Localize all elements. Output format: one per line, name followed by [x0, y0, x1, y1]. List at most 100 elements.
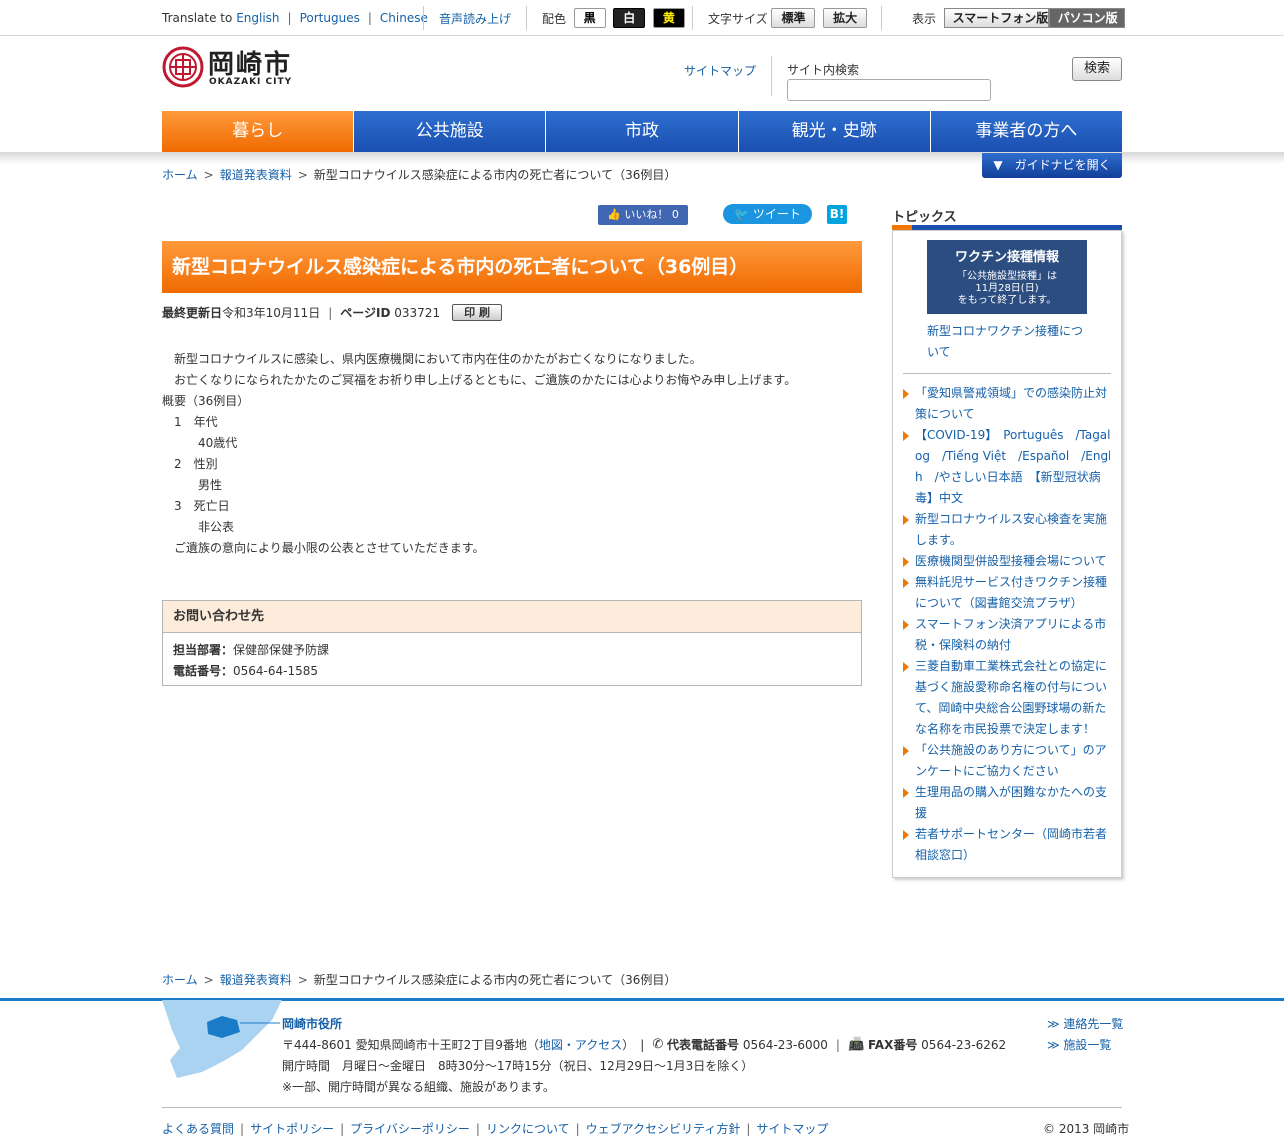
vaccine-banner[interactable]: ワクチン接種情報 「公共施設型接種」は 11月28日(日) をもって終了します。 — [927, 240, 1087, 314]
read-aloud-link[interactable]: 音声読み上げ — [439, 10, 511, 27]
footer-site-policy-link[interactable]: サイトポリシー — [250, 1122, 334, 1136]
topic-link-text: 相談窓口） — [915, 848, 976, 862]
topic-link[interactable]: スマートフォン決済アプリによる市 税・保険料の納付 — [915, 614, 1110, 656]
vaccine-banner-line: 「公共施設型接種」は — [957, 271, 1057, 282]
chevron-right-icon — [903, 557, 909, 567]
topic-link[interactable]: 生理用品の購入が困難なかたへの支援 — [915, 782, 1110, 824]
topic-link-text: 毒】中文 — [915, 491, 964, 505]
font-size-normal-button[interactable]: 標準 — [771, 8, 816, 28]
tweet-button[interactable]: 🐦 ツイート — [723, 204, 812, 224]
page-id-label: ページID — [340, 306, 391, 320]
topic-link-text: て、岡崎中央総合公園野球場の新た — [915, 701, 1107, 715]
hatena-bookmark-button[interactable]: B! — [827, 205, 847, 224]
translate-portugues-link[interactable]: Portugues — [300, 11, 360, 25]
vaccine-info-link[interactable]: 新型コロナワクチン接種につ いて — [927, 321, 1122, 363]
topic-link-text: 策について — [915, 407, 975, 421]
copyright: © 2013 岡崎市 — [1043, 1122, 1130, 1136]
tweet-label: ツイート — [752, 207, 801, 221]
summary-item-value: 男性 — [198, 478, 223, 492]
contact-dept-value: 保健部保健予防課 — [233, 643, 330, 657]
footer-access-link[interactable]: 地図・アクセス — [539, 1036, 622, 1053]
summary-item-label: 2 性別 — [174, 457, 218, 471]
topic-link[interactable]: 若者サポートセンター（岡崎市若者 相談窓口） — [915, 824, 1110, 866]
footer-links-link[interactable]: リンクについて — [486, 1122, 570, 1136]
translate-group: Translate to English | Portugues | Chine… — [162, 0, 428, 36]
breadcrumb-home-link[interactable]: ホーム — [162, 973, 198, 987]
topic-link[interactable]: 「公共施設のあり方について」のア ンケートにご協力ください — [915, 740, 1110, 782]
footer-office-name: 岡崎市役所 — [282, 1017, 343, 1031]
footer-sitemap-link[interactable]: サイトマップ — [756, 1122, 828, 1136]
chevron-right-icon — [903, 578, 909, 588]
gnav-item-business[interactable]: 事業者の方へ — [930, 111, 1123, 152]
guide-navi-button[interactable]: ▼ ガイドナビを開く — [982, 153, 1122, 178]
gnav-item-tourism[interactable]: 観光・史跡 — [738, 111, 931, 152]
site-logo[interactable]: 岡崎市 OKAZAKI CITY — [162, 46, 302, 90]
updated-label: 最終更新日 — [162, 306, 223, 320]
topic-link[interactable]: 「愛知県警戒領域」での感染防止対 策について — [915, 383, 1110, 425]
chevron-right-icon — [903, 515, 909, 525]
breadcrumb-home-link[interactable]: ホーム — [162, 168, 198, 182]
summary-heading: 概要（36例目） — [162, 394, 250, 408]
contact-tel-value: 0564-64-1585 — [233, 664, 319, 678]
logo-subtext: OKAZAKI CITY — [209, 77, 293, 87]
footer-note: ※一部、開庁時間が異なる組織、施設があります。 — [282, 1080, 555, 1094]
breadcrumb-press-link[interactable]: 報道発表資料 — [220, 168, 292, 182]
divider — [881, 6, 882, 30]
topic-link[interactable]: 【COVID-19】 Português /Tagal og /Tiếng Việ… — [915, 425, 1110, 509]
topic-link-text: 【COVID-19】 Português /Tagal — [915, 428, 1110, 442]
print-button[interactable]: 印 刷 — [452, 304, 503, 321]
chevron-right-icon — [903, 788, 909, 798]
footer-faq-link[interactable]: よくある質問 — [162, 1122, 234, 1136]
topic-link-text: 無料託児サービス付きワクチン接種 — [915, 575, 1108, 589]
footer-address: 〒444-8601 愛知県岡崎市十王町2丁目9番地（ — [282, 1038, 539, 1052]
topic-link-text: og /Tiếng Việt /Español /Englis — [915, 449, 1110, 463]
topic-link-text: 基づく施設愛称命名権の付与につい — [915, 680, 1108, 694]
site-search-input[interactable] — [787, 79, 991, 101]
twitter-bird-icon: 🐦 — [734, 207, 750, 221]
gnav-item-facilities[interactable]: 公共施設 — [354, 111, 547, 152]
breadcrumb-press-link[interactable]: 報道発表資料 — [220, 973, 292, 987]
pc-view-button[interactable]: パソコン版 — [1048, 8, 1125, 28]
color-black-button[interactable]: 黒 — [573, 8, 606, 28]
font-size-group: 文字サイズ 標準 拡大 — [708, 0, 868, 36]
font-size-label: 文字サイズ — [708, 11, 768, 26]
page-meta: 最終更新日 令和3年10月11日 | ページID 033721 印 刷 — [162, 304, 503, 321]
footer-address-end: ） | — [622, 1038, 645, 1052]
contact-heading: お問い合わせ先 — [163, 601, 861, 633]
footer-contacts-link[interactable]: ≫ 連絡先一覧 — [1047, 1015, 1123, 1032]
topic-link[interactable]: 新型コロナウイルス安心検査を実施 します。 — [915, 509, 1110, 551]
contact-tel: 電話番号：0564-64-1585 — [173, 662, 318, 679]
divider — [903, 373, 1111, 374]
search-button[interactable]: 検索 — [1072, 57, 1122, 81]
topic-link-text: h /やさしい日本語 【新型冠状病 — [915, 470, 1101, 484]
topic-link[interactable]: 三菱自動車工業株式会社との協定に 基づく施設愛称命名権の付与につい て、岡崎中央総合… — [915, 656, 1110, 740]
footer-privacy-link[interactable]: プライバシーポリシー — [350, 1122, 470, 1136]
gnav-item-living[interactable]: 暮らし — [162, 111, 355, 152]
gnav-item-city-government[interactable]: 市政 — [546, 111, 739, 152]
translate-chinese-link[interactable]: Chinese — [380, 11, 428, 25]
topic-link-text: について（図書館交流プラザ） — [915, 596, 1083, 610]
fax-icon: 📠 — [847, 1037, 865, 1052]
sitemap-link[interactable]: サイトマップ — [684, 62, 756, 79]
topic-link[interactable]: 無料託児サービス付きワクチン接種 について（図書館交流プラザ） — [915, 572, 1110, 614]
footer-facilities-link[interactable]: ≫ 施設一覧 — [1047, 1036, 1111, 1053]
vaccine-banner-line: 11月28日(日) — [975, 283, 1039, 294]
breadcrumb-current: 新型コロナウイルス感染症による市内の死亡者について（36例目） — [313, 168, 677, 182]
smartphone-view-button[interactable]: スマートフォン版 — [943, 8, 1049, 28]
vaccine-banner-title: ワクチン接種情報 — [954, 250, 1059, 265]
color-white-button[interactable]: 白 — [613, 8, 646, 28]
facebook-like-button[interactable]: 👍 いいね！ 0 — [598, 205, 688, 225]
topic-link[interactable]: 医療機関型併設型接種会場について — [915, 551, 1110, 572]
global-nav: 暮らし 公共施設 市政 観光・史跡 事業者の方へ — [162, 111, 1123, 152]
display-mode-group: 表示 スマートフォン版 パソコン版 — [912, 0, 1125, 36]
display-label: 表示 — [912, 11, 937, 26]
chevron-right-icon — [903, 830, 909, 840]
footer-accessibility-link[interactable]: ウェブアクセシビリティ方針 — [586, 1122, 741, 1136]
font-size-large-button[interactable]: 拡大 — [823, 8, 868, 28]
translate-english-link[interactable]: English — [236, 11, 279, 25]
color-yellow-button[interactable]: 黄 — [652, 8, 685, 28]
topic-link-text: 援 — [915, 806, 928, 820]
topic-link-text: 「愛知県警戒領域」での感染防止対 — [915, 386, 1108, 400]
okazaki-map-icon — [162, 1000, 282, 1078]
breadcrumb: ホーム > 報道発表資料 > 新型コロナウイルス感染症による市内の死亡者について（36例… — [162, 168, 677, 182]
